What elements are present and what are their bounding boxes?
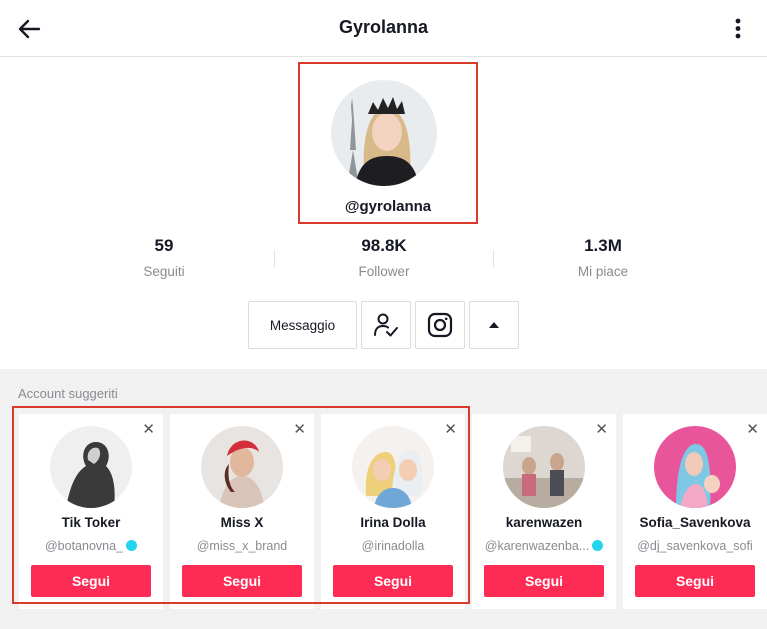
stat-value: 59 (154, 236, 174, 255)
stat-value: 98.8K (361, 236, 407, 255)
stat-likes: 1.3M Mi piace (503, 236, 703, 279)
top-bar: Gyrolanna (0, 0, 767, 57)
following-button[interactable] (361, 301, 411, 349)
avatar[interactable] (654, 426, 736, 508)
account-name: Sofia_Savenkova (639, 515, 751, 530)
more-options-button[interactable] (727, 14, 749, 44)
stat-label: Mi piace (577, 264, 629, 279)
page-title: Gyrolanna (338, 17, 429, 37)
stat-label: Follower (358, 264, 410, 279)
close-icon[interactable]: ✕ (746, 420, 759, 438)
suggested-account-card[interactable]: ✕ karenwazen @karenwazenba... Segui (472, 414, 616, 609)
account-handle: @karenwazenba... (476, 539, 612, 553)
instagram-icon (427, 312, 453, 338)
stat-divider (493, 250, 494, 268)
profile-highlight-frame (298, 62, 478, 224)
expand-suggestions-button[interactable] (469, 301, 519, 349)
suggestions-highlight-frame (12, 406, 470, 604)
verified-badge-icon (592, 540, 604, 551)
suggested-accounts-title: Account suggeriti (18, 386, 118, 401)
stat-label: Seguiti (143, 264, 185, 279)
caret-up-icon (489, 322, 499, 328)
user-check-icon (374, 313, 398, 337)
follow-button[interactable]: Segui (484, 565, 604, 597)
stat-followers[interactable]: 98.8K Follower (284, 236, 484, 279)
stat-divider (274, 250, 275, 268)
account-handle: @dj_savenkova_sofi (637, 539, 753, 553)
account-name: karenwazen (505, 515, 583, 530)
message-button[interactable]: Messaggio (248, 301, 357, 349)
avatar[interactable] (503, 426, 585, 508)
follow-button[interactable]: Segui (635, 565, 755, 597)
more-vertical-icon (735, 18, 741, 39)
suggested-account-card[interactable]: ✕ Sofia_Savenkova @dj_savenkova_sofi Seg… (623, 414, 767, 609)
stat-following[interactable]: 59 Seguiti (64, 236, 264, 279)
stat-value: 1.3M (584, 236, 622, 255)
instagram-button[interactable] (415, 301, 465, 349)
close-icon[interactable]: ✕ (595, 420, 608, 438)
